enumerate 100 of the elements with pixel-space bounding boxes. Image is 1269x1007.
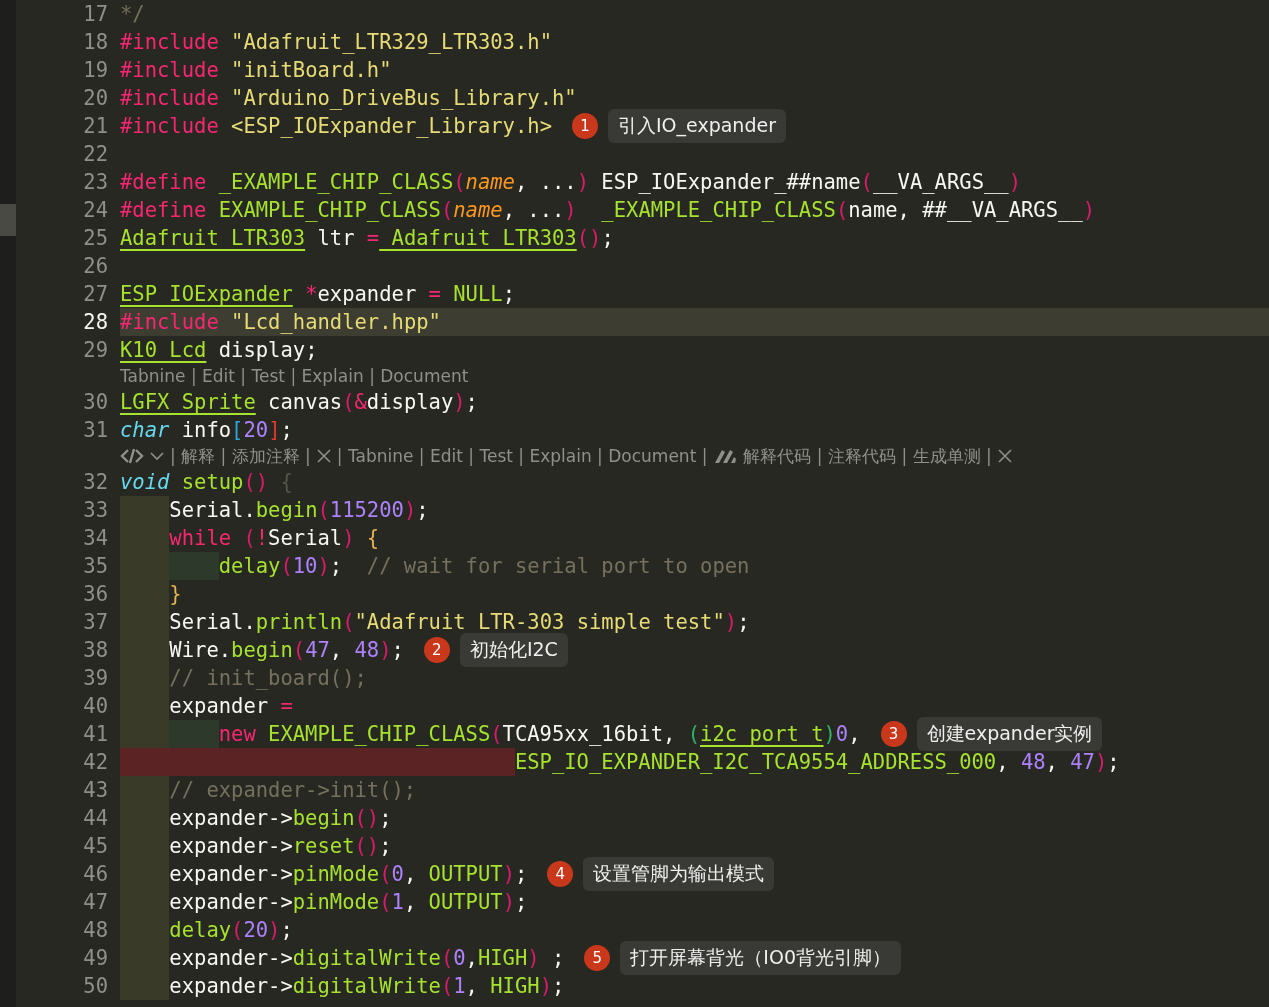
identifier: begin [231, 638, 293, 662]
bracket: ( [687, 722, 701, 746]
code-text: ; [379, 806, 392, 830]
chevron-down-icon[interactable] [150, 451, 164, 461]
code-text: , [465, 946, 478, 970]
bracket: ] [268, 418, 281, 442]
string-literal: "Adafruit LTR-303 simple test" [354, 610, 725, 634]
keyword: #include [120, 86, 219, 110]
identifier: reset [292, 834, 355, 858]
bracket: ( [342, 610, 355, 634]
code-lens-actions[interactable]: 解释代码 | 注释代码 | 生成单测 | [743, 444, 992, 468]
type-keyword: void [120, 470, 170, 494]
bracket: ( [342, 390, 355, 414]
code-text: , [848, 722, 861, 746]
type-name: K10_Lcd [120, 338, 207, 362]
bracket: ( [280, 554, 293, 578]
line-number: 48 [82, 918, 108, 942]
indent-error-marker [465, 748, 515, 776]
keyword: #define [120, 198, 207, 222]
code-text: canvas [267, 390, 343, 414]
code-lens-actions[interactable]: | Tabnine | Edit | Test | Explain | Document | [336, 446, 708, 466]
close-icon[interactable] [997, 449, 1012, 463]
line-number: 36 [82, 582, 108, 606]
parameter: name [453, 198, 503, 222]
code-text: display; [217, 338, 318, 362]
type-name: i2c_port_t [700, 722, 824, 746]
identifier: OUTPUT [428, 862, 503, 886]
line-number: 38 [82, 638, 108, 662]
type-name: LGFX_Sprite [120, 390, 256, 414]
keyword: = [428, 282, 441, 306]
identifier: pinMode [292, 862, 380, 886]
line-number: 42 [82, 750, 108, 774]
identifier: digitalWrite [292, 946, 441, 970]
identifier: EXAMPLE_CHIP_CLASS [267, 722, 491, 746]
identifier: pinMode [292, 890, 380, 914]
code-text: expander [169, 694, 270, 718]
line-number: 32 [82, 470, 108, 494]
code-icon[interactable] [120, 447, 144, 465]
code-text: ; [514, 862, 528, 886]
brace: } [169, 582, 182, 606]
number-literal: 47 [305, 638, 330, 662]
bracket: ) [1094, 750, 1108, 774]
code-text: , ... [514, 170, 577, 194]
string-literal: <ESP_IOExpander_Library.h> [230, 114, 552, 138]
code-text: ; [280, 418, 293, 442]
close-icon[interactable] [316, 449, 331, 463]
code-text: expander-> [169, 946, 293, 970]
code-lens-actions[interactable]: Tabnine | Edit | Test | Explain | Document [120, 366, 469, 386]
number-literal: 48 [354, 638, 380, 662]
line-number: 43 [82, 778, 108, 802]
bracket: ) [502, 862, 515, 886]
bracket: ) [453, 390, 466, 414]
slash-logo-icon[interactable] [713, 448, 738, 464]
code-text: Wire. [169, 638, 232, 662]
identifier: _EXAMPLE_CHIP_CLASS [217, 170, 454, 194]
line-number: 39 [82, 666, 108, 690]
comment: */ [120, 2, 145, 26]
string-literal: "initBoard.h" [230, 58, 392, 82]
bracket: ) [576, 170, 590, 194]
number-literal: 20 [243, 418, 269, 442]
bracket: ( [860, 170, 873, 194]
bracket: ) [724, 610, 738, 634]
code-lens-actions[interactable]: | 解释 | 添加注释 | [170, 444, 311, 468]
number-literal: 48 [1020, 750, 1046, 774]
code-text: __VA_ARGS__ [872, 170, 1009, 194]
keyword: #include [120, 114, 219, 138]
keyword: & [354, 390, 367, 414]
code-text: expander-> [169, 834, 293, 858]
string-literal: "Lcd_handler.hpp" [230, 310, 441, 334]
keyword: = [366, 226, 380, 250]
code-text: Serial. [169, 498, 256, 522]
code-text: TCA95xx_16bit, [502, 722, 677, 746]
line-number: 31 [82, 418, 108, 442]
step-badge: 4 [547, 861, 574, 887]
code-text: ; [465, 390, 478, 414]
bracket: ( [835, 198, 849, 222]
bracket: () [243, 470, 269, 494]
line-number: 49 [82, 946, 108, 970]
bracket: ) [317, 554, 330, 578]
parameter: name [465, 170, 515, 194]
bracket: ) [502, 890, 515, 914]
line-number: 40 [82, 694, 108, 718]
bracket: ) [539, 974, 552, 998]
line-number: 18 [82, 30, 108, 54]
line-number: 33 [82, 498, 108, 522]
number-literal: 0 [835, 722, 849, 746]
code-text: expander [317, 282, 418, 306]
line-number: 46 [82, 862, 108, 886]
code-text: , [465, 974, 479, 998]
keyword: while [169, 526, 232, 550]
code-text: ; [379, 834, 392, 858]
comment: // wait for serial port to open [365, 554, 750, 578]
indent-guide [169, 720, 219, 748]
bracket: ( [440, 946, 454, 970]
step-badge: 1 [572, 113, 598, 139]
annotation-callout: 初始化I2C [459, 633, 568, 667]
bracket: ( [379, 890, 392, 914]
number-literal: 1 [453, 974, 466, 998]
code-text: Serial [268, 526, 343, 550]
code-text: expander-> [169, 806, 293, 830]
